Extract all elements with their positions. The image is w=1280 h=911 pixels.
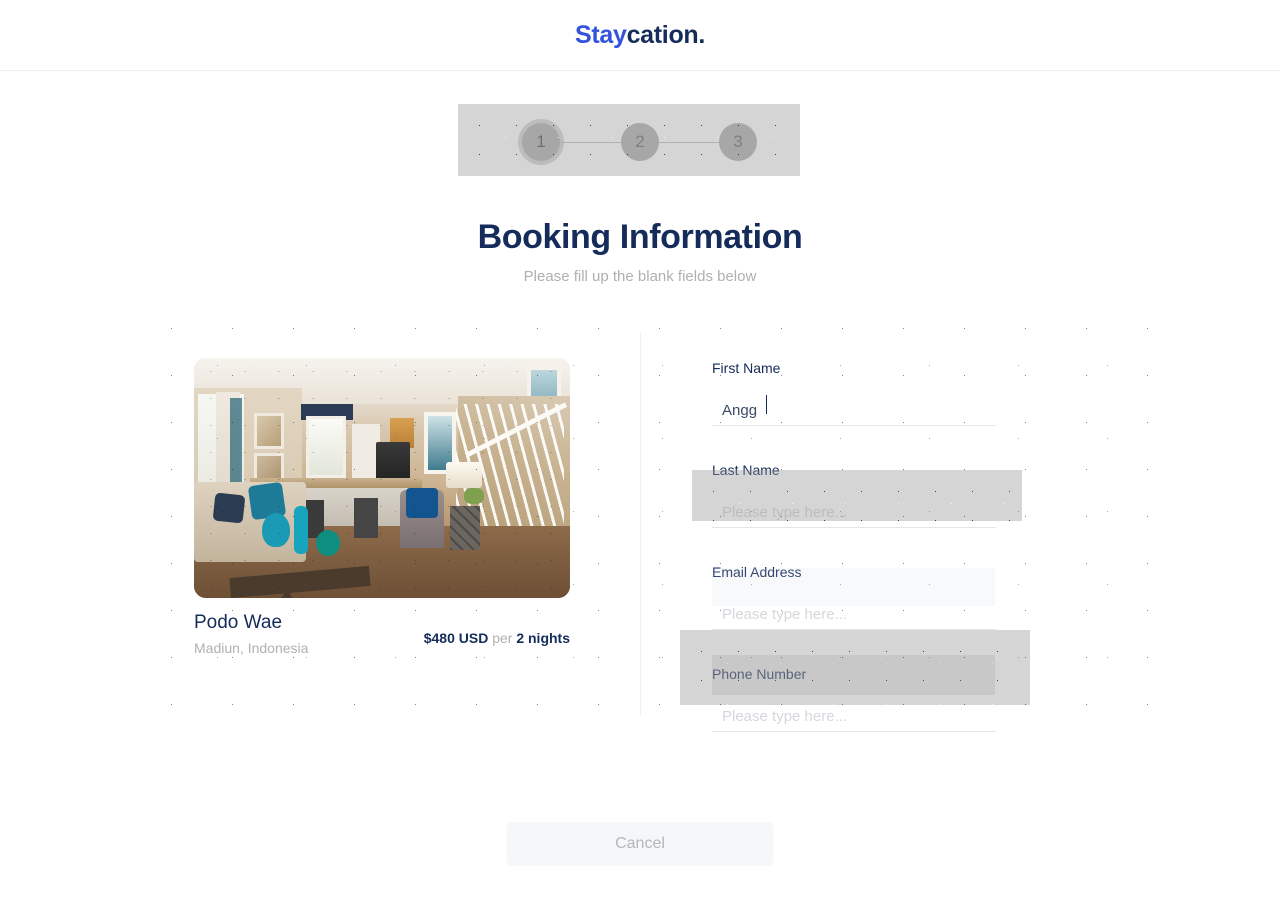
- step-indicator-3[interactable]: 3: [719, 123, 757, 161]
- content-divider: [640, 332, 641, 715]
- field-phone-number: Phone Number: [712, 666, 996, 732]
- last-name-input[interactable]: [712, 502, 996, 528]
- step-indicator-1[interactable]: 1: [522, 123, 560, 161]
- booking-form: First Name Last Name Email Address Phone…: [712, 360, 996, 768]
- phone-number-label: Phone Number: [712, 666, 807, 682]
- brand-logo[interactable]: Staycation.: [575, 21, 705, 50]
- price-duration: 2 nights: [516, 630, 570, 646]
- property-text: Podo Wae Madiun, Indonesia: [194, 612, 308, 656]
- email-address-label: Email Address: [712, 564, 802, 580]
- page-subtitle: Please fill up the blank fields below: [523, 268, 757, 285]
- property-price: $480 USD per 2 nights: [424, 612, 570, 646]
- first-name-label: First Name: [712, 360, 781, 376]
- last-name-label: Last Name: [712, 462, 780, 478]
- step-2-number: 2: [635, 132, 645, 151]
- step-indicator-2[interactable]: 2: [621, 123, 659, 161]
- price-per-label: per: [492, 630, 513, 646]
- step-1-number: 1: [536, 132, 546, 151]
- property-meta: Podo Wae Madiun, Indonesia $480 USD per …: [194, 612, 570, 656]
- page-title: Booking Information: [477, 218, 803, 256]
- property-card: Podo Wae Madiun, Indonesia $480 USD per …: [194, 358, 570, 656]
- property-name: Podo Wae: [194, 612, 283, 633]
- field-email-address: Email Address: [712, 564, 996, 630]
- site-header: Staycation.: [0, 0, 1280, 71]
- brand-logo-rest: cation.: [626, 20, 706, 49]
- cancel-button[interactable]: Cancel: [507, 822, 773, 866]
- field-last-name: Last Name: [712, 462, 996, 528]
- property-location: Madiun, Indonesia: [194, 640, 309, 656]
- step-3-number: 3: [733, 132, 743, 151]
- stepper-inner: 1 2 3: [458, 104, 800, 176]
- brand-logo-accent: Stay: [574, 20, 627, 49]
- booking-page: Staycation. 1 2 3 Booking Information Pl…: [0, 0, 1280, 911]
- property-image: [194, 358, 570, 598]
- price-amount: $480 USD: [423, 630, 489, 646]
- field-first-name: First Name: [712, 360, 996, 426]
- email-address-input[interactable]: [712, 604, 996, 630]
- first-name-input[interactable]: [712, 400, 996, 426]
- text-caret: [766, 395, 767, 414]
- phone-number-input[interactable]: [712, 706, 996, 732]
- booking-stepper: 1 2 3: [458, 104, 800, 176]
- cancel-button-label: Cancel: [615, 835, 665, 852]
